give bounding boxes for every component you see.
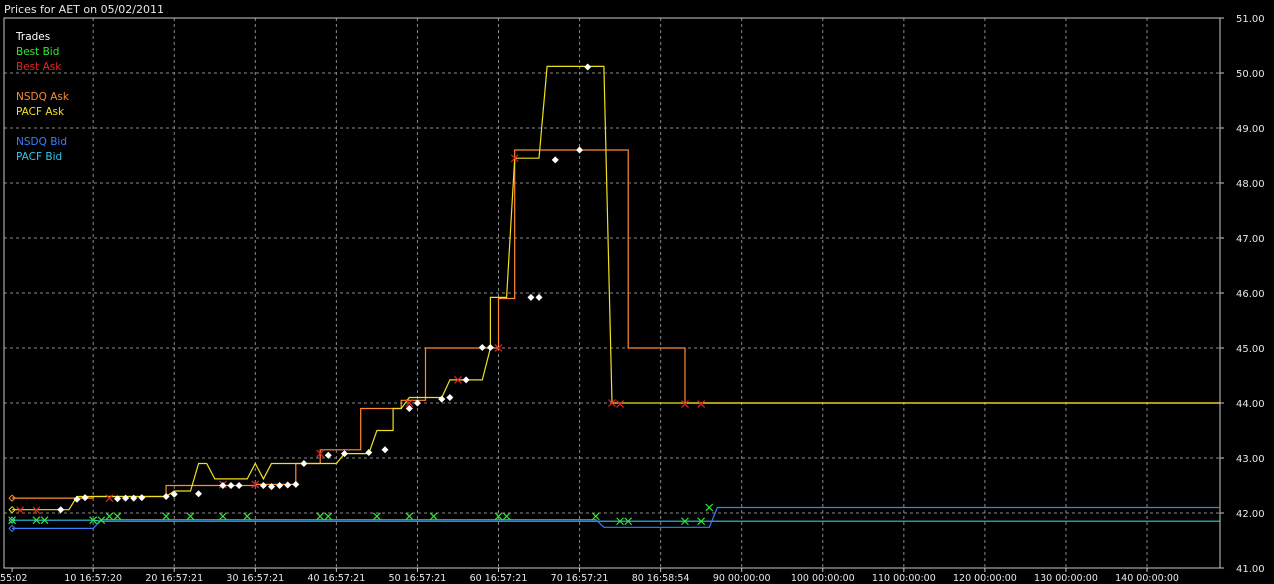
trades-point: [195, 490, 203, 498]
pacf-bid-line: [12, 519, 1220, 522]
trades-point: [138, 494, 146, 502]
nsdq-bid-line: [12, 506, 1220, 529]
best-ask-point: [616, 400, 625, 409]
x-tick-label: 10 16:57:20: [64, 573, 122, 584]
marker-layer: [8, 63, 714, 533]
best-bid-point: [243, 512, 252, 521]
trades-point: [446, 394, 454, 401]
trades-point: [365, 449, 373, 456]
trades-point: [438, 395, 446, 403]
x-tick-label: 40 16:57:21: [307, 573, 365, 584]
y-tick-label: 48.00: [1236, 179, 1265, 190]
trades-point: [300, 460, 308, 467]
x-tick-label: 60 16:57:21: [470, 573, 528, 584]
best-bid-point: [162, 512, 171, 521]
y-tick-label: 46.00: [1236, 289, 1265, 300]
y-tick-label: 49.00: [1236, 124, 1265, 135]
trades-point: [162, 493, 170, 500]
best-ask-point: [105, 494, 114, 503]
x-tick-label: 70 16:57:21: [551, 573, 609, 584]
best-bid-point: [105, 512, 114, 521]
trades-point: [81, 494, 89, 502]
x-tick-label: 50 16:57:21: [389, 573, 447, 584]
trades-point: [57, 506, 65, 514]
x-tick-label: 90 00:00:00: [713, 573, 771, 584]
trades-point: [535, 293, 543, 301]
x-tick-label: 100 00:00:00: [791, 573, 855, 584]
trades-point: [527, 293, 535, 301]
y-axis: 41.00 42.00 43.00 44.00 45.00 46.00 47.00 48.00…: [1220, 14, 1265, 575]
best-bid-point: [186, 512, 195, 521]
best-bid-point: [405, 512, 414, 521]
best-bid-point: [218, 512, 227, 521]
y-tick-label: 43.00: [1236, 454, 1265, 465]
trades-point: [170, 490, 178, 498]
trades-point: [486, 343, 494, 351]
best-bid-point: [372, 512, 381, 521]
x-tick-label: 110 00:00:00: [872, 573, 936, 584]
best-bid-point: [705, 503, 714, 512]
trades-point: [381, 446, 389, 454]
x-tick-label: 120 00:00:00: [953, 573, 1017, 584]
trades-point: [462, 376, 470, 384]
trades-point: [235, 482, 243, 489]
trades-point: [130, 494, 138, 502]
x-tick-label: 80 16:58:54: [632, 573, 690, 584]
best-bid-point: [591, 512, 600, 521]
trades-point: [227, 482, 235, 489]
x-tick-label: 30 16:57:21: [226, 573, 284, 584]
best-bid-point: [113, 512, 122, 521]
best-ask-point: [697, 400, 706, 409]
x-tick-label: 20 16:57:21: [145, 573, 203, 584]
y-tick-label: 47.00: [1236, 234, 1265, 245]
series-layer: [12, 65, 1220, 529]
price-chart: 41.00 42.00 43.00 44.00 45.00 46.00 47.00 48.00…: [0, 14, 1265, 584]
trades-point: [292, 480, 300, 488]
y-tick-label: 45.00: [1236, 344, 1265, 355]
trades-point: [551, 156, 559, 164]
trades-point: [284, 481, 292, 489]
best-bid-point: [429, 512, 438, 521]
best-bid-point: [316, 512, 325, 521]
trades-point: [584, 63, 592, 71]
y-tick-label: 44.00: [1236, 399, 1265, 410]
trades-point: [576, 146, 584, 154]
x-tick-label: 140 00:00:00: [1115, 573, 1179, 584]
trades-point: [122, 494, 130, 502]
trades-point: [259, 482, 267, 489]
y-tick-label: 42.00: [1236, 509, 1265, 520]
x-tick-label: :55:02: [0, 573, 27, 584]
best-bid-point: [502, 512, 511, 521]
x-axis: :55:02 10 16:57:20 20 16:57:21 30 16:57:21 4…: [0, 568, 1179, 584]
nsdq-ask-line: [12, 149, 1220, 499]
y-tick-label: 50.00: [1236, 69, 1265, 80]
trades-point: [478, 343, 486, 351]
trades-point: [276, 482, 284, 489]
best-bid-point: [324, 512, 333, 521]
y-tick-label: 51.00: [1236, 14, 1265, 25]
trades-point: [219, 482, 227, 489]
pacf-ask-line: [12, 65, 1220, 511]
y-tick-label: 41.00: [1236, 564, 1265, 575]
x-tick-label: 130 00:00:00: [1034, 573, 1098, 584]
